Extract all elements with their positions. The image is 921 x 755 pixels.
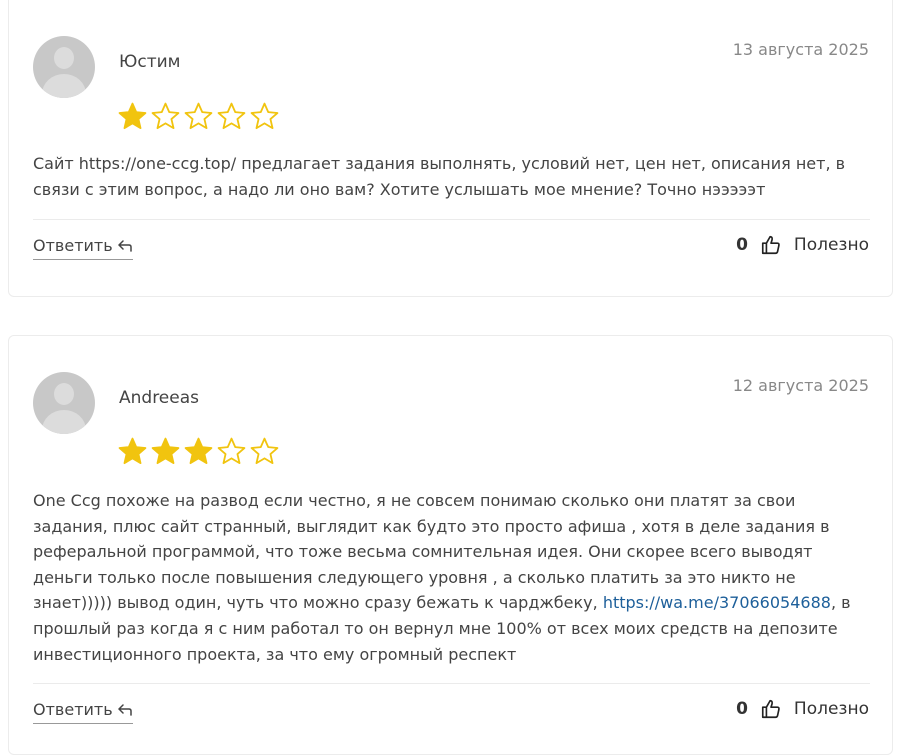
avatar	[33, 36, 95, 98]
star-filled-icon	[118, 102, 147, 130]
avatar	[33, 372, 95, 434]
star-rating	[117, 101, 280, 132]
review-author: Andreeas	[119, 388, 200, 408]
star-empty-icon	[250, 102, 279, 130]
review-text: One Ccg похоже на развод если честно, я …	[33, 488, 870, 667]
reply-button[interactable]: Ответить	[33, 700, 133, 724]
reply-button[interactable]: Ответить	[33, 236, 133, 260]
review-card: Юстим 13 августа 2025 Сайт https://one-c…	[8, 0, 893, 297]
reply-arrow-icon	[117, 703, 133, 717]
star-empty-icon	[250, 437, 279, 465]
thumbs-up-icon[interactable]	[760, 234, 782, 256]
reply-label: Ответить	[33, 700, 113, 719]
thumbs-up-icon[interactable]	[760, 698, 782, 720]
review-date: 13 августа 2025	[732, 40, 869, 59]
helpful-label[interactable]: Полезно	[794, 699, 869, 719]
divider	[33, 683, 870, 684]
helpful-label[interactable]: Полезно	[794, 235, 869, 255]
star-empty-icon	[217, 102, 246, 130]
review-text: Сайт https://one-ccg.top/ предлагает зад…	[33, 154, 846, 199]
review-author: Юстим	[119, 52, 181, 72]
star-rating	[117, 436, 280, 467]
helpful-count: 0	[736, 699, 748, 719]
reply-label: Ответить	[33, 236, 113, 255]
review-date: 12 августа 2025	[732, 376, 869, 395]
reply-arrow-icon	[117, 239, 133, 253]
divider	[33, 219, 870, 220]
star-empty-icon	[217, 437, 246, 465]
star-empty-icon	[151, 102, 180, 130]
helpful-block: 0 Полезно	[736, 234, 869, 256]
star-filled-icon	[151, 437, 180, 465]
star-filled-icon	[184, 437, 213, 465]
helpful-count: 0	[736, 235, 748, 255]
helpful-block: 0 Полезно	[736, 698, 869, 720]
review-card: Andreeas 12 августа 2025 One Ccg похоже …	[8, 335, 893, 755]
star-filled-icon	[118, 437, 147, 465]
review-link[interactable]: https://wa.me/37066054688	[603, 593, 831, 612]
star-empty-icon	[184, 102, 213, 130]
